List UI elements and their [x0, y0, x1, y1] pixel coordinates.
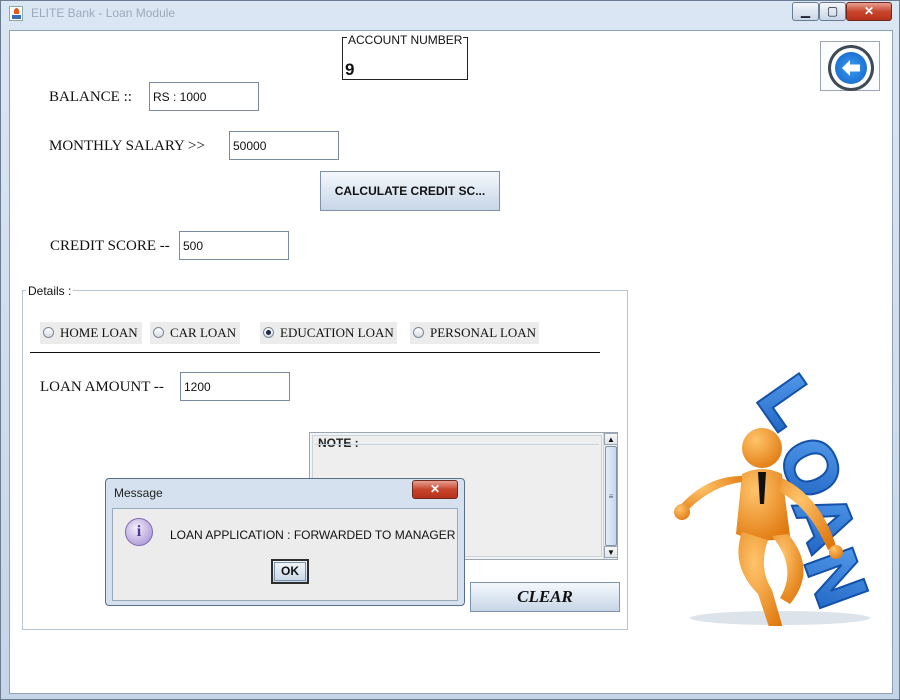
- loan-amount-label: LOAN AMOUNT --: [40, 379, 164, 395]
- details-title: Details :: [26, 284, 74, 298]
- balance-field[interactable]: RS : 1000: [149, 82, 259, 111]
- radio-button-icon: [43, 327, 54, 338]
- loan-amount-field[interactable]: 1200: [180, 372, 290, 401]
- minimize-button[interactable]: ▁: [792, 2, 819, 21]
- dialog-title: Message: [114, 486, 163, 500]
- window-title: ELITE Bank - Loan Module: [31, 6, 176, 20]
- car-loan-label: CAR LOAN: [170, 325, 237, 340]
- home-loan-radio[interactable]: HOME LOAN: [40, 322, 142, 344]
- personal-loan-radio[interactable]: PERSONAL LOAN: [410, 322, 539, 344]
- dialog-body: i LOAN APPLICATION : FORWARDED TO MANAGE…: [112, 508, 458, 601]
- close-button[interactable]: ✕: [846, 2, 892, 21]
- credit-score-field[interactable]: 500: [179, 231, 289, 260]
- scroll-up-arrow-icon[interactable]: ▲: [604, 433, 618, 445]
- ok-button[interactable]: OK: [271, 559, 309, 584]
- account-number-title: ACCOUNT NUMBER: [347, 33, 464, 47]
- maximize-button[interactable]: ▢: [819, 2, 846, 21]
- monthly-salary-field[interactable]: 50000: [229, 131, 339, 160]
- note-scrollbar[interactable]: ▲ ≡ ▼: [603, 433, 618, 559]
- radio-button-icon: [413, 327, 424, 338]
- radio-button-icon: [153, 327, 164, 338]
- education-loan-label: EDUCATION LOAN: [280, 325, 394, 340]
- radio-button-selected-icon: [263, 327, 274, 338]
- calculate-credit-score-button[interactable]: CALCULATE CREDIT SC...: [320, 171, 500, 211]
- loan-man-illustration: L O A N: [670, 336, 894, 636]
- clear-button[interactable]: CLEAR: [470, 582, 620, 612]
- back-button[interactable]: [820, 41, 880, 91]
- separator-line: [30, 352, 600, 353]
- scroll-down-arrow-icon[interactable]: ▼: [604, 546, 618, 558]
- education-loan-radio[interactable]: EDUCATION LOAN: [260, 322, 397, 344]
- information-icon: i: [125, 518, 153, 546]
- java-app-icon: [9, 6, 23, 21]
- main-window: ELITE Bank - Loan Module ▁ ▢ ✕ ACCOUNT N…: [0, 0, 900, 700]
- monthly-salary-label: MONTHLY SALARY >>: [49, 138, 205, 154]
- personal-loan-label: PERSONAL LOAN: [430, 325, 537, 340]
- home-loan-label: HOME LOAN: [60, 325, 138, 340]
- back-arrow-icon: [828, 45, 874, 91]
- scroll-thumb[interactable]: ≡: [605, 446, 617, 546]
- car-loan-radio[interactable]: CAR LOAN: [150, 322, 240, 344]
- note-title: NOTE :: [318, 436, 359, 450]
- dialog-close-button[interactable]: ✕: [412, 480, 458, 499]
- credit-score-label: CREDIT SCORE --: [50, 238, 170, 254]
- balance-label: BALANCE ::: [49, 89, 132, 105]
- dialog-message: LOAN APPLICATION : FORWARDED TO MANAGER: [170, 528, 456, 542]
- message-dialog: Message ✕ i LOAN APPLICATION : FORWARDED…: [105, 478, 465, 606]
- account-number-box: ACCOUNT NUMBER 9: [342, 33, 468, 80]
- account-number-value: 9: [345, 60, 355, 79]
- title-bar[interactable]: ELITE Bank - Loan Module ▁ ▢ ✕: [1, 1, 899, 25]
